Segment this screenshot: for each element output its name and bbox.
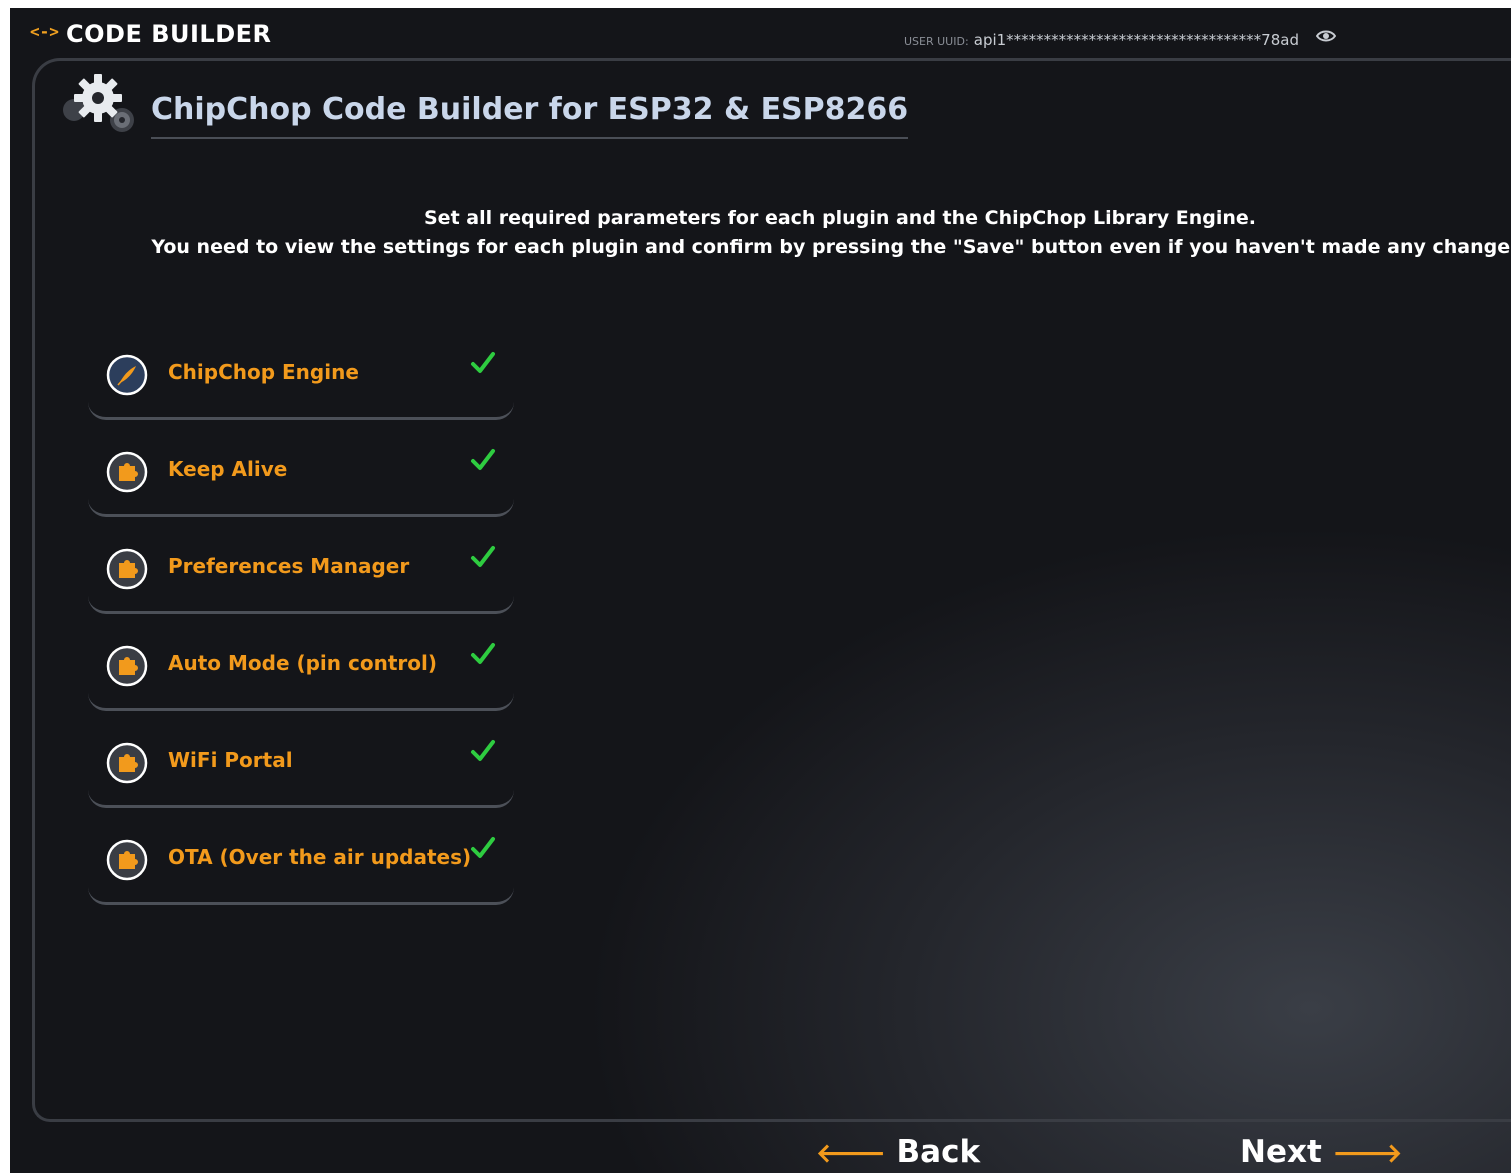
next-label: Next <box>1240 1134 1322 1170</box>
plugin-item-preferences-manager[interactable]: Preferences Manager <box>88 528 514 614</box>
plugin-label: Preferences Manager <box>168 554 410 578</box>
puzzle-icon <box>106 548 148 590</box>
check-icon <box>471 352 495 373</box>
app-title: CODE BUILDER <box>66 20 272 48</box>
page-title: ChipChop Code Builder for ESP32 & ESP826… <box>151 92 909 139</box>
check-icon <box>471 837 495 858</box>
user-uuid: USER UUID: api1*************************… <box>904 30 1299 49</box>
gear-icon <box>63 74 134 132</box>
plugin-label: Auto Mode (pin control) <box>168 651 437 675</box>
arrow-right-icon: 🡒 <box>1332 1139 1403 1169</box>
plugin-label: ChipChop Engine <box>168 360 359 384</box>
instructions: Set all required parameters for each plu… <box>10 204 1511 262</box>
plugin-label: WiFi Portal <box>168 748 293 772</box>
instruction-line: Set all required parameters for each plu… <box>424 207 1256 229</box>
plugin-item-chipchop-engine[interactable]: ChipChop Engine <box>88 334 514 420</box>
instruction-line: You need to view the settings for each p… <box>151 236 1511 258</box>
uuid-label: USER UUID: <box>904 35 969 48</box>
top-bar: <-> CODE BUILDER USER UUID: api1********… <box>10 8 1511 60</box>
app-window: <-> CODE BUILDER USER UUID: api1********… <box>10 8 1511 1173</box>
plugin-item-keep-alive[interactable]: Keep Alive <box>88 431 514 517</box>
plugin-item-wifi-portal[interactable]: WiFi Portal <box>88 722 514 808</box>
uuid-value: api1**********************************78… <box>973 31 1299 49</box>
check-icon <box>471 546 495 567</box>
plugin-item-auto-mode[interactable]: Auto Mode (pin control) <box>88 625 514 711</box>
plugin-label: OTA (Over the air updates) <box>168 845 472 869</box>
plugin-list: ChipChop Engine Keep Alive Preferences M… <box>88 334 514 916</box>
puzzle-icon <box>106 451 148 493</box>
puzzle-icon <box>106 645 148 687</box>
feather-icon <box>106 354 148 396</box>
back-button[interactable]: 🡐 Back <box>816 1132 980 1172</box>
back-label: Back <box>896 1134 981 1170</box>
check-icon <box>471 740 495 761</box>
next-button[interactable]: Next 🡒 <box>1240 1132 1402 1172</box>
puzzle-icon <box>106 742 148 784</box>
plugin-label: Keep Alive <box>168 457 288 481</box>
check-icon <box>471 643 495 664</box>
check-icon <box>471 449 495 470</box>
eye-icon[interactable] <box>1316 28 1336 44</box>
code-icon: <-> <box>30 22 59 41</box>
plugin-item-ota[interactable]: OTA (Over the air updates) <box>88 819 514 905</box>
arrow-left-icon: 🡐 <box>816 1139 886 1169</box>
puzzle-icon <box>106 839 148 881</box>
